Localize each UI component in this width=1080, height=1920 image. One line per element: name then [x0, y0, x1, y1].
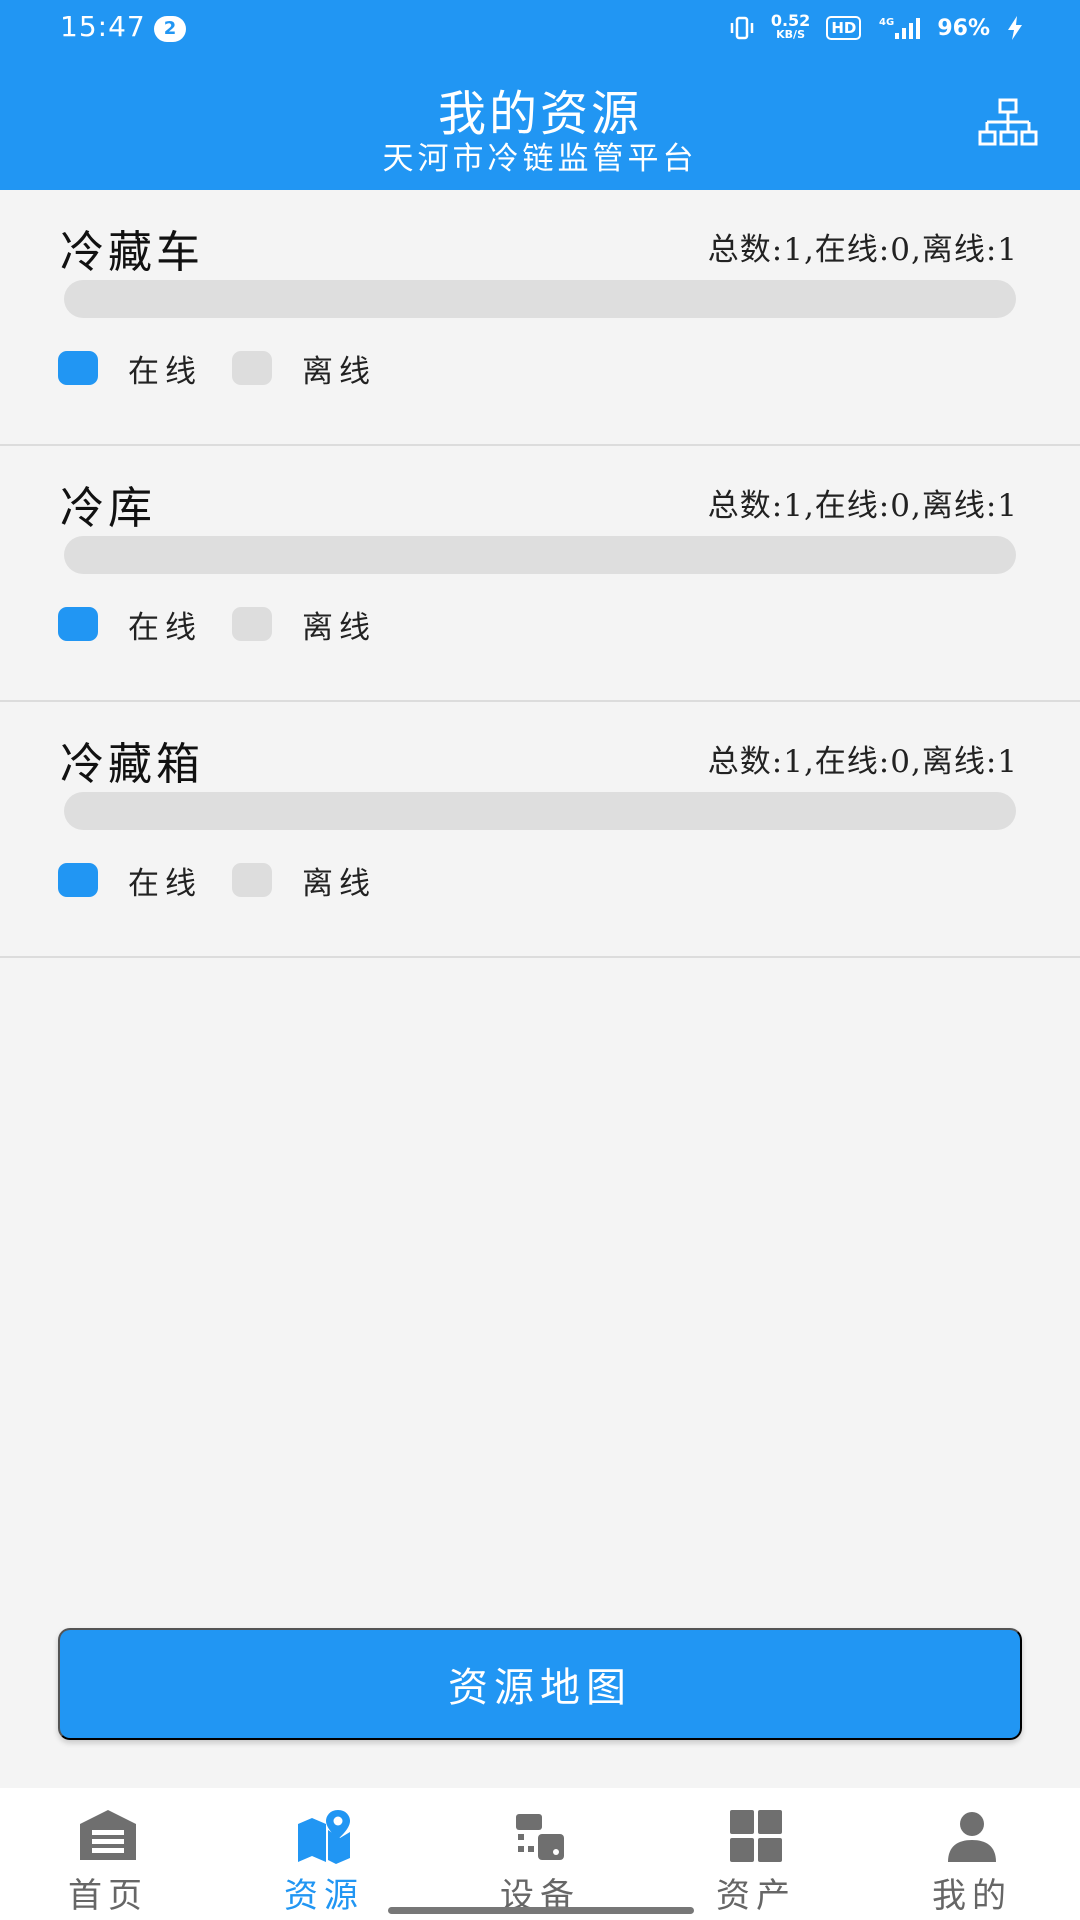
offline-swatch [232, 351, 272, 385]
bottom-nav: 首页 资源 设备 资产 我的 [0, 1788, 1080, 1920]
offline-label: 离线 [302, 353, 376, 390]
online-swatch [58, 351, 98, 385]
online-progress-bar [64, 280, 1016, 318]
nav-item-resources[interactable]: 资源 [216, 1788, 432, 1920]
grid-icon [730, 1810, 782, 1862]
home-indicator[interactable] [388, 1907, 694, 1914]
home-icon [80, 1810, 136, 1860]
offline-label: 离线 [302, 609, 376, 646]
status-icons: 0.52 KB/S HD 4G 96% [729, 12, 1024, 44]
offline-label: 离线 [302, 865, 376, 902]
battery-level: 96% [937, 15, 990, 41]
org-chart-icon[interactable] [978, 98, 1038, 150]
section-name: 冷藏箱 [60, 739, 204, 790]
nav-item-devices[interactable]: 设备 [432, 1788, 648, 1920]
section-stats: 总数:1,在线:0,离线:1 [707, 744, 1018, 780]
legend: 在线 离线 [58, 606, 406, 646]
nav-item-mine[interactable]: 我的 [864, 1788, 1080, 1920]
online-progress-bar [64, 536, 1016, 574]
map-pin-icon [298, 1810, 350, 1864]
app-header: 15:47 2 0.52 KB/S HD 4G 96% 我的资源 天河市冷链监管… [0, 0, 1080, 190]
page-subtitle: 天河市冷链监管平台 [382, 141, 698, 177]
offline-swatch [232, 863, 272, 897]
notification-badge: 2 [154, 16, 186, 42]
legend: 在线 离线 [58, 350, 406, 390]
nav-item-assets[interactable]: 资产 [648, 1788, 864, 1920]
hd-icon: HD [826, 16, 862, 40]
resource-section-refrigerated-box[interactable]: 冷藏箱 总数:1,在线:0,离线:1 在线 离线 [0, 702, 1080, 958]
status-bar: 15:47 2 0.52 KB/S HD 4G 96% [0, 0, 1080, 56]
vibrate-icon [730, 16, 754, 40]
online-swatch [58, 607, 98, 641]
devices-icon [516, 1814, 564, 1860]
resource-section-refrigerated-truck[interactable]: 冷藏车 总数:1,在线:0,离线:1 在线 离线 [0, 190, 1080, 446]
section-name: 冷藏车 [60, 227, 204, 278]
section-stats: 总数:1,在线:0,离线:1 [707, 232, 1018, 268]
nav-label-home: 首页 [68, 1876, 148, 1916]
online-label: 在线 [128, 865, 202, 902]
nav-label-mine: 我的 [932, 1876, 1012, 1916]
svg-text:4G: 4G [879, 17, 894, 28]
charging-icon [1008, 16, 1022, 40]
nav-item-home[interactable]: 首页 [0, 1788, 216, 1920]
resource-section-cold-storage[interactable]: 冷库 总数:1,在线:0,离线:1 在线 离线 [0, 446, 1080, 702]
legend: 在线 离线 [58, 862, 406, 902]
offline-swatch [232, 607, 272, 641]
net-speed: 0.52 KB/S [770, 11, 811, 42]
online-label: 在线 [128, 353, 202, 390]
online-swatch [58, 863, 98, 897]
section-name: 冷库 [60, 483, 156, 534]
signal-icon: 4G [879, 17, 921, 39]
status-time: 15:47 [60, 10, 146, 43]
resource-map-button[interactable]: 资源地图 [58, 1628, 1022, 1740]
user-icon [948, 1812, 996, 1862]
section-stats: 总数:1,在线:0,离线:1 [707, 488, 1018, 524]
online-progress-bar [64, 792, 1016, 830]
online-label: 在线 [128, 609, 202, 646]
